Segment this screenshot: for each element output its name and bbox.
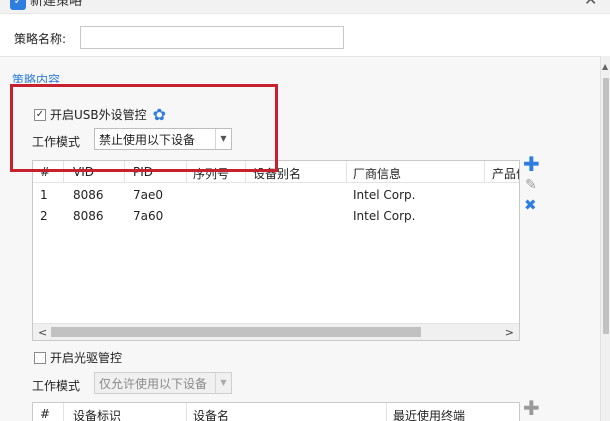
horizontal-scrollbar[interactable]: < > <box>33 323 519 340</box>
checkbox-unchecked-icon <box>34 351 46 364</box>
chevron-down-icon: ▼ <box>215 129 231 149</box>
optical-device-table: # 设备标识 设备名 最近使用终端 <box>32 402 520 421</box>
column-header[interactable]: 序列号 <box>193 165 229 182</box>
optical-mode-label: 工作模式 <box>32 379 81 393</box>
usb-control-checkbox[interactable]: ✓ 开启USB外设管控 ✿ <box>34 106 166 123</box>
row-vid: 8086 <box>73 188 104 202</box>
column-header[interactable]: 设备别名 <box>253 165 301 182</box>
pencil-icon[interactable]: ✎ <box>525 177 537 193</box>
table-header: # VID PID 序列号 设备别名 厂商信息 产品信 <box>33 161 519 183</box>
table-row[interactable]: 1 8086 7ae0 Intel Corp. <box>33 185 519 206</box>
usb-mode-value: 禁止使用以下设备 <box>99 132 196 147</box>
title-bar: ✓ 新建策略 ✕ <box>0 0 610 14</box>
column-header[interactable]: # <box>40 165 50 179</box>
column-header[interactable]: 设备标识 <box>73 407 121 421</box>
policy-name-label: 策略名称: <box>14 32 67 46</box>
app-icon: ✓ <box>10 0 26 10</box>
usb-mode-select[interactable]: 禁止使用以下设备 ▼ <box>94 128 232 150</box>
row-vendor: Intel Corp. <box>353 188 416 202</box>
row-vendor: Intel Corp. <box>353 209 416 223</box>
row-vid: 8086 <box>73 209 104 223</box>
plus-icon[interactable]: ✚ <box>523 154 540 174</box>
column-header[interactable]: # <box>40 407 50 421</box>
scrollbar-thumb[interactable] <box>51 327 421 337</box>
usb-control-label: 开启USB外设管控 <box>50 108 147 122</box>
gear-icon[interactable]: ✿ <box>153 106 166 122</box>
table-row[interactable]: 2 8086 7a60 Intel Corp. <box>33 206 519 227</box>
column-header[interactable]: PID <box>133 165 153 179</box>
column-header[interactable]: 产品信 <box>492 165 519 182</box>
close-button[interactable]: ✕ <box>584 0 597 8</box>
row-index: 2 <box>40 209 48 223</box>
row-pid: 7ae0 <box>133 188 164 202</box>
optical-control-checkbox[interactable]: 开启光驱管控 <box>34 349 122 366</box>
policy-content-title: 策略内容 <box>12 73 61 83</box>
chevron-down-icon: ▼ <box>215 373 231 393</box>
column-header[interactable]: 最近使用终端 <box>393 407 465 421</box>
scrollbar-thumb[interactable] <box>603 78 609 334</box>
optical-mode-value: 仅允许使用以下设备 <box>99 376 208 391</box>
chevron-left-icon[interactable]: < <box>38 326 47 339</box>
optical-control-label: 开启光驱管控 <box>50 351 123 365</box>
plus-icon[interactable]: ✚ <box>523 398 540 418</box>
checkbox-checked-icon: ✓ <box>34 108 46 121</box>
column-header[interactable]: 厂商信息 <box>353 165 401 182</box>
chevron-right-icon[interactable]: > <box>505 326 514 339</box>
vertical-scrollbar[interactable]: ▲ <box>600 56 610 421</box>
optical-mode-select[interactable]: 仅允许使用以下设备 ▼ <box>94 372 232 394</box>
chevron-up-icon[interactable]: ▲ <box>602 62 608 71</box>
column-header[interactable]: VID <box>73 165 94 179</box>
column-header[interactable]: 设备名 <box>193 407 229 421</box>
policy-name-input[interactable] <box>80 26 344 49</box>
usb-device-table: # VID PID 序列号 设备别名 厂商信息 产品信 1 8086 7ae0 … <box>32 160 520 341</box>
row-pid: 7a60 <box>133 209 164 223</box>
window-title: 新建策略 <box>30 0 83 9</box>
table-header: # 设备标识 设备名 最近使用终端 <box>33 403 519 421</box>
usb-mode-label: 工作模式 <box>32 135 81 149</box>
x-icon[interactable]: ✖ <box>524 197 537 213</box>
row-index: 1 <box>40 188 48 202</box>
